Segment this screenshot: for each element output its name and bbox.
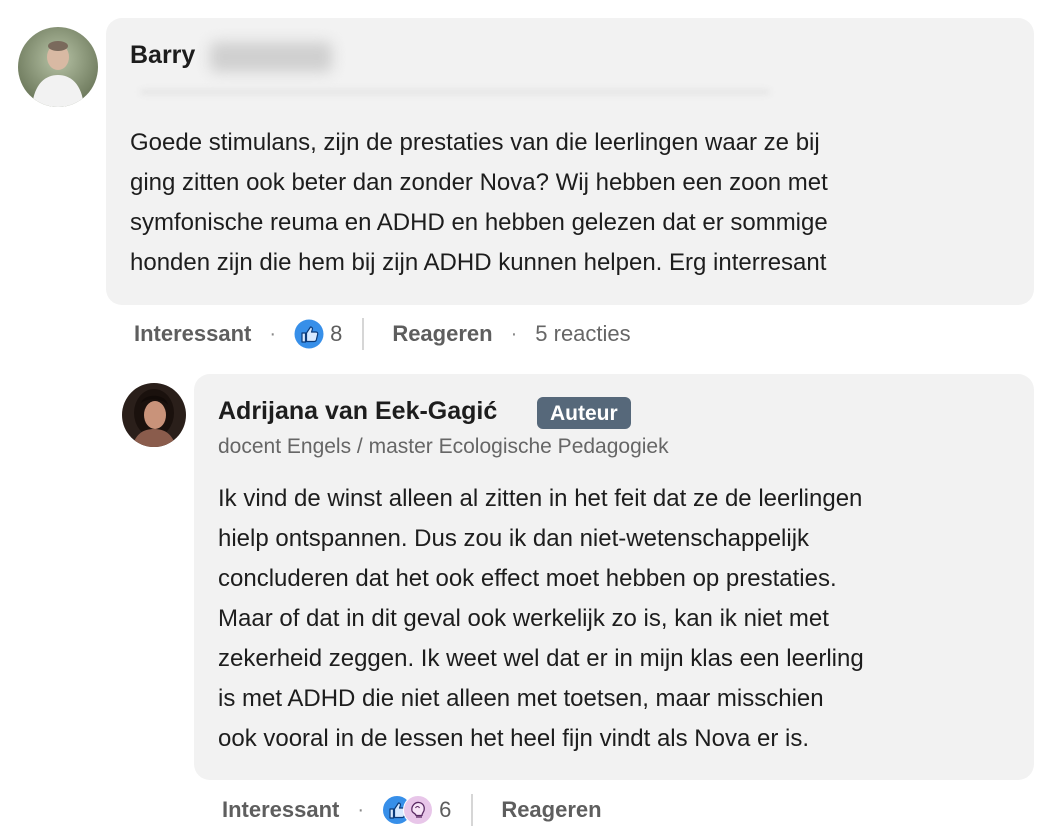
reaction-summary[interactable]: 8 [294,319,342,349]
react-button[interactable]: Interessant [134,321,251,347]
commenter-avatar[interactable] [18,27,98,107]
separator-dot: · [269,322,277,345]
avatar-photo-icon [18,27,98,107]
redacted-headline [140,89,770,95]
separator-dot: · [510,322,518,345]
avatar-photo-icon [122,383,186,447]
reply-author-name[interactable]: Adrijana van Eek-Gagić [218,397,497,426]
reply-button[interactable]: Reageren [501,797,601,823]
divider [362,318,365,350]
comment-actions: Interessant · 8 Reageren · 5 reacties [134,314,631,354]
reply-author-headline: docent Engels / master Ecologische Pedag… [218,435,669,458]
separator-dot: · [357,798,365,821]
comment-author-name[interactable]: Barry [130,41,195,70]
react-button[interactable]: Interessant [222,797,339,823]
divider [471,794,474,826]
reply-button[interactable]: Reageren [392,321,492,347]
comment-text: Goede stimulans, zijn de prestaties van … [130,129,828,276]
reaction-count[interactable]: 6 [439,797,451,823]
author-badge: Auteur [537,397,631,429]
redacted-surname [210,42,332,72]
like-icon [294,319,324,349]
reaction-summary[interactable]: 6 [382,795,451,825]
insightful-icon [403,795,434,825]
reaction-count[interactable]: 8 [330,321,342,347]
reply-author-avatar[interactable] [122,383,186,447]
reply-text: Ik vind de winst alleen al zitten in het… [218,485,864,752]
replies-count-link[interactable]: 5 reacties [535,321,630,347]
reply-actions: Interessant · 6 Reageren [222,790,602,830]
